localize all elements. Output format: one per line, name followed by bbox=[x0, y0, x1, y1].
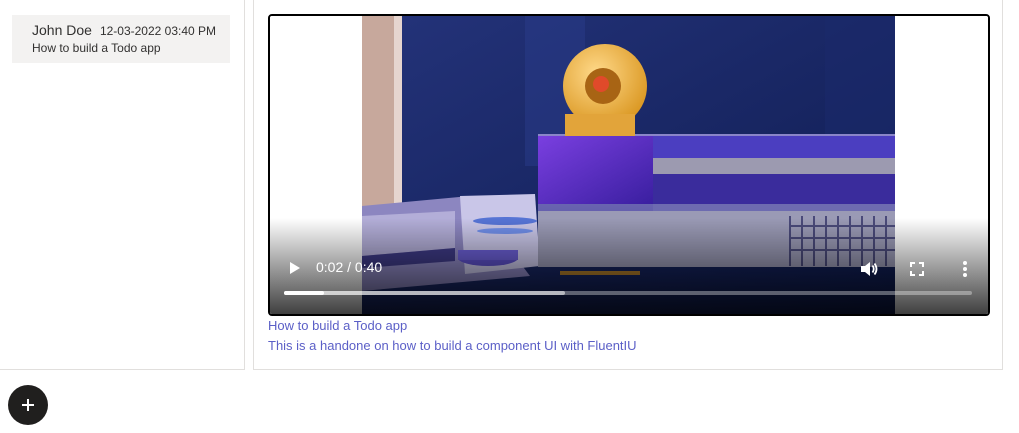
progress-played bbox=[284, 291, 324, 295]
plus-icon bbox=[22, 399, 34, 411]
more-options-icon[interactable] bbox=[954, 258, 976, 280]
time-display: 0:02 / 0:40 bbox=[316, 259, 383, 275]
progress-buffered bbox=[284, 291, 565, 295]
list-item-header: John Doe 12-03-2022 03:40 PM bbox=[32, 22, 230, 38]
fullscreen-icon[interactable] bbox=[906, 258, 928, 280]
item-date: 12-03-2022 03:40 PM bbox=[99, 24, 217, 38]
list-item[interactable]: John Doe 12-03-2022 03:40 PM How to buil… bbox=[12, 15, 230, 63]
add-post-button[interactable] bbox=[8, 385, 48, 425]
item-title: How to build a Todo app bbox=[32, 41, 161, 55]
post-description: This is a handone on how to build a comp… bbox=[268, 338, 637, 353]
progress-bar[interactable] bbox=[284, 291, 972, 295]
post-detail-panel: 0:02 / 0:40 How to build a Todo app This… bbox=[253, 0, 1003, 370]
post-list-panel: John Doe 12-03-2022 03:40 PM How to buil… bbox=[0, 0, 245, 370]
play-icon[interactable] bbox=[286, 258, 304, 278]
video-player[interactable]: 0:02 / 0:40 bbox=[268, 14, 990, 316]
post-title[interactable]: How to build a Todo app bbox=[268, 318, 407, 333]
volume-icon[interactable] bbox=[858, 258, 880, 280]
item-author: John Doe bbox=[32, 22, 92, 38]
